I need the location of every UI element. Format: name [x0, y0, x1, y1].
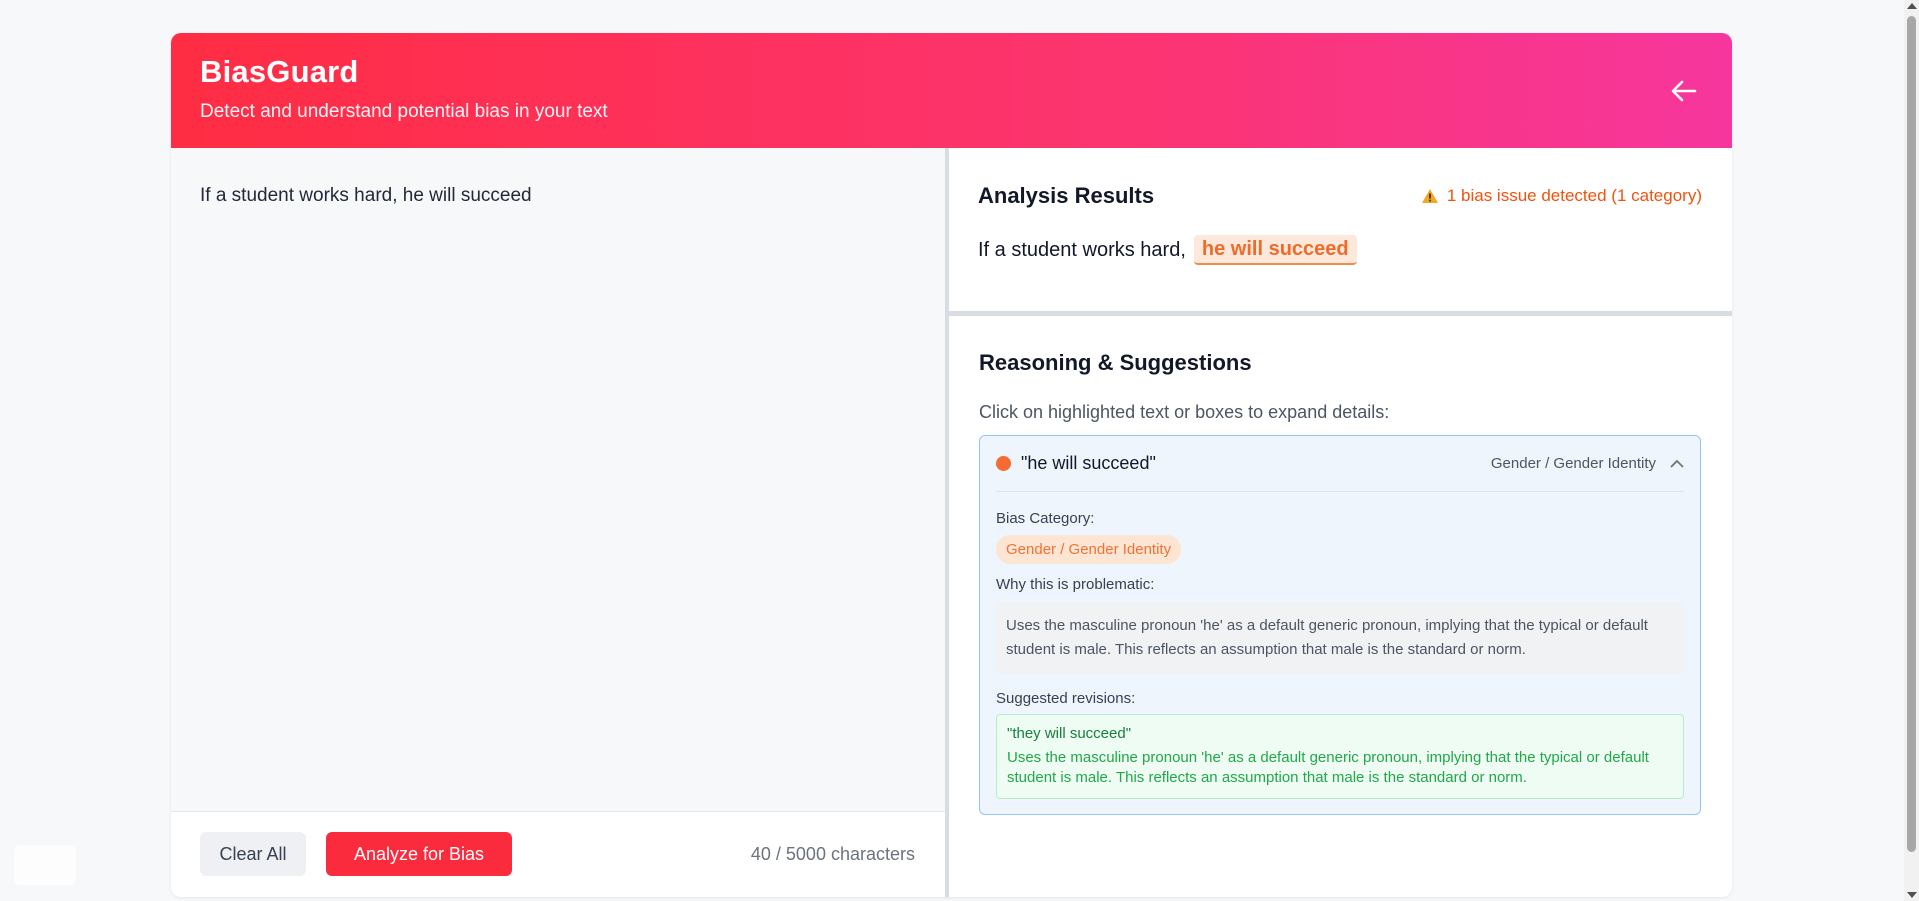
bias-count-text: 1 bias issue detected (1 category): [1446, 186, 1702, 205]
scroll-up-arrow[interactable]: [1907, 3, 1917, 9]
analyze-button[interactable]: Analyze for Bias: [326, 832, 512, 876]
bias-category-label: Bias Category:: [996, 510, 1095, 527]
issue-card[interactable]: "he will succeed" Gender / Gender Identi…: [979, 435, 1701, 815]
analysis-results-heading: Analysis Results: [978, 183, 1155, 208]
issue-card-header[interactable]: "he will succeed" Gender / Gender Identi…: [996, 436, 1684, 492]
app-header: BiasGuard Detect and understand potentia…: [171, 33, 1732, 148]
results-pane: Analysis Results 1 bias issue detected (…: [949, 148, 1732, 897]
why-problematic-label: Why this is problematic:: [996, 576, 1155, 593]
why-problematic-text: Uses the masculine pronoun 'he' as a def…: [996, 602, 1684, 674]
issue-category: Gender / Gender Identity: [1490, 455, 1656, 472]
text-input[interactable]: [200, 185, 920, 745]
issue-phrase: "he will succeed": [1021, 453, 1156, 473]
suggested-revisions-label: Suggested revisions:: [996, 690, 1136, 707]
scroll-down-arrow[interactable]: [1907, 892, 1917, 898]
input-pane: Clear All Analyze for Bias 40 / 5000 cha…: [171, 148, 949, 897]
back-button[interactable]: [1666, 73, 1702, 109]
issue-details: Bias Category: Gender / Gender Identity …: [980, 510, 1700, 799]
bias-count-badge: 1 bias issue detected (1 category): [1421, 186, 1702, 206]
sentence-text: If a student works hard,: [978, 238, 1186, 261]
analyzed-sentence: If a student works hard, he will succeed: [978, 235, 1357, 265]
reasoning-instruction: Click on highlighted text or boxes to ex…: [979, 402, 1390, 422]
clear-all-button[interactable]: Clear All: [200, 832, 306, 876]
arrow-left-icon: [1671, 80, 1697, 102]
revision-text: "they will succeed": [1007, 725, 1132, 742]
highlighted-bias-phrase[interactable]: he will succeed: [1193, 235, 1357, 265]
app-subtitle: Detect and understand potential bias in …: [200, 101, 608, 122]
category-chip: Gender / Gender Identity: [996, 535, 1182, 564]
corner-widget: [14, 845, 76, 885]
scrollbar-thumb[interactable]: [1907, 16, 1916, 852]
character-count: 40 / 5000 characters: [750, 844, 915, 864]
analysis-results: Analysis Results 1 bias issue detected (…: [949, 148, 1732, 316]
chevron-up-icon[interactable]: [1670, 457, 1684, 471]
app-card: BiasGuard Detect and understand potentia…: [171, 33, 1732, 897]
app-title: BiasGuard: [200, 54, 359, 89]
suggested-revision: "they will succeed" Uses the masculine p…: [996, 714, 1684, 799]
input-footer: Clear All Analyze for Bias 40 / 5000 cha…: [171, 811, 945, 897]
warning-triangle-icon: [1421, 189, 1438, 203]
severity-dot: [996, 456, 1011, 471]
revision-explanation: Uses the masculine pronoun 'he' as a def…: [1007, 749, 1649, 786]
reasoning-heading: Reasoning & Suggestions: [979, 350, 1252, 375]
page-scrollbar[interactable]: [1904, 0, 1919, 901]
